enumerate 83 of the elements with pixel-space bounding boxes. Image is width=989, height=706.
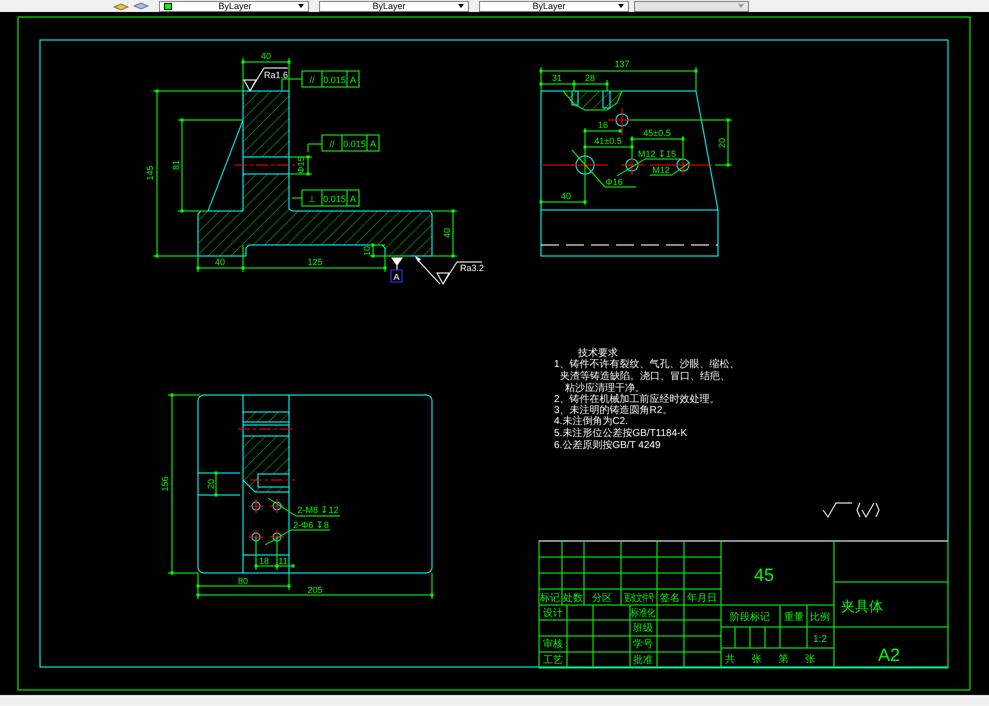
material-label: 45	[754, 565, 774, 585]
tolerance-symbol: //	[310, 75, 314, 85]
dropdown[interactable]: ByLayer	[319, 0, 469, 12]
datum-triangle-icon	[392, 258, 403, 270]
datum-reference: A	[350, 75, 356, 85]
callout-label: Φ16	[605, 177, 623, 187]
dimension-label: 45±0.5	[643, 128, 671, 138]
note-line: 4.未注倒角为C2.	[554, 416, 628, 427]
caret-icon	[298, 4, 304, 8]
dimension-label: 137	[614, 59, 630, 69]
dimension-label: 16	[598, 120, 608, 130]
callout-label: M12	[652, 165, 670, 175]
dimension-label: 28	[585, 73, 595, 83]
dimension-label: 20	[717, 138, 727, 148]
datum-reference: A	[370, 139, 376, 149]
title-block-label: 标记	[540, 593, 560, 604]
caret-icon	[458, 4, 464, 8]
dimension-label: 205	[307, 585, 323, 595]
title-block-label: 阶段标记	[730, 612, 770, 623]
dimension-label: 10	[362, 246, 372, 256]
caret-icon	[618, 4, 624, 8]
tolerance-value: 0.015	[323, 75, 346, 85]
callout-label: 2-M8 ↧12	[297, 505, 339, 515]
title-block-label: 批准	[633, 655, 653, 666]
dimension-label: 11	[278, 556, 288, 566]
title-block-label: 学号	[633, 639, 653, 650]
dropdown[interactable]: ByLayer	[159, 0, 309, 12]
note-line: 3、未注明的铸造圆角R2。	[554, 405, 672, 416]
title-block-label: 比例	[810, 612, 830, 623]
title-block-label: 班级	[633, 623, 653, 634]
dimension-label: 145	[145, 165, 155, 181]
roughness-label: Ra3.2	[460, 263, 484, 273]
note-line: 2、铸件在机械加工前应经时效处理。	[554, 394, 720, 405]
dimension-label: 40	[561, 191, 571, 201]
dropdown[interactable]: ByLayer	[479, 0, 629, 12]
notes-title: 技术要求	[578, 348, 618, 359]
title-block-label: 工艺	[543, 655, 563, 666]
datum-reference: A	[350, 194, 356, 204]
title-block-label: 共 张 第 张	[724, 654, 816, 665]
note-line: 粘沙应清理干净。	[565, 383, 645, 394]
title-block-label: 设计	[543, 608, 563, 619]
title-block-label: 审核	[543, 639, 563, 650]
title-block-label: 标准化	[630, 607, 656, 618]
leader-arrow	[415, 256, 440, 284]
roughness-label: Ra1.6	[264, 70, 288, 80]
callout-label: M12 ↧15	[638, 149, 676, 159]
title-block-label: 年月日	[687, 593, 717, 604]
callout-label: 2-Φ6 ↧8	[293, 520, 329, 530]
title-block-label: 签名	[660, 593, 680, 604]
dimension-label: 20	[206, 479, 216, 489]
note-line: 5.未注形位公差按GB/T1184-K	[554, 428, 688, 439]
title-block-label: 处数	[563, 593, 583, 604]
dimension-label: 40	[442, 228, 452, 238]
dimension-label: 80	[238, 576, 248, 586]
tolerance-value: 0.015	[323, 194, 346, 204]
roughness-symbol-icon	[822, 502, 880, 518]
sheet-size: A2	[878, 645, 900, 665]
note-line: 1、铸件不许有裂纹、气孔、沙眼、缩松、	[554, 359, 740, 370]
title-block-label: 更改文件号	[624, 591, 654, 604]
tolerance-symbol: ⊥	[308, 194, 316, 204]
roughness-symbol-icon	[436, 262, 482, 284]
title-block-label: 重量	[784, 612, 804, 623]
datum-label: A	[394, 272, 400, 282]
note-line: 6.公差原则按GB/T 4249	[554, 440, 661, 451]
tolerance-value: 0.015	[343, 139, 366, 149]
datum-box	[390, 270, 402, 282]
scale-value: 1:2	[813, 634, 827, 645]
layers-icon[interactable]	[133, 2, 149, 10]
caret-icon	[738, 4, 744, 8]
title-block-label: 分区	[592, 593, 612, 604]
dimension-label: 40	[215, 257, 225, 267]
tolerance-symbol: //	[330, 139, 334, 149]
layer-stack-icon[interactable]	[113, 2, 129, 10]
part-name: 夹具体	[841, 598, 883, 614]
dimension-label: 81	[171, 160, 181, 170]
dimension-label: 18	[259, 556, 269, 566]
dimension-label: 125	[307, 257, 323, 267]
roughness-symbol-icon	[244, 68, 288, 92]
dimension-label: 31	[552, 73, 562, 83]
dimension-label: 156	[160, 476, 170, 492]
dimension-label: 41±0.5	[594, 136, 622, 146]
dimension-label: 40	[261, 51, 271, 61]
note-line: 夹渣等铸造缺陷。浇口、冒口、结疤、	[560, 371, 730, 382]
